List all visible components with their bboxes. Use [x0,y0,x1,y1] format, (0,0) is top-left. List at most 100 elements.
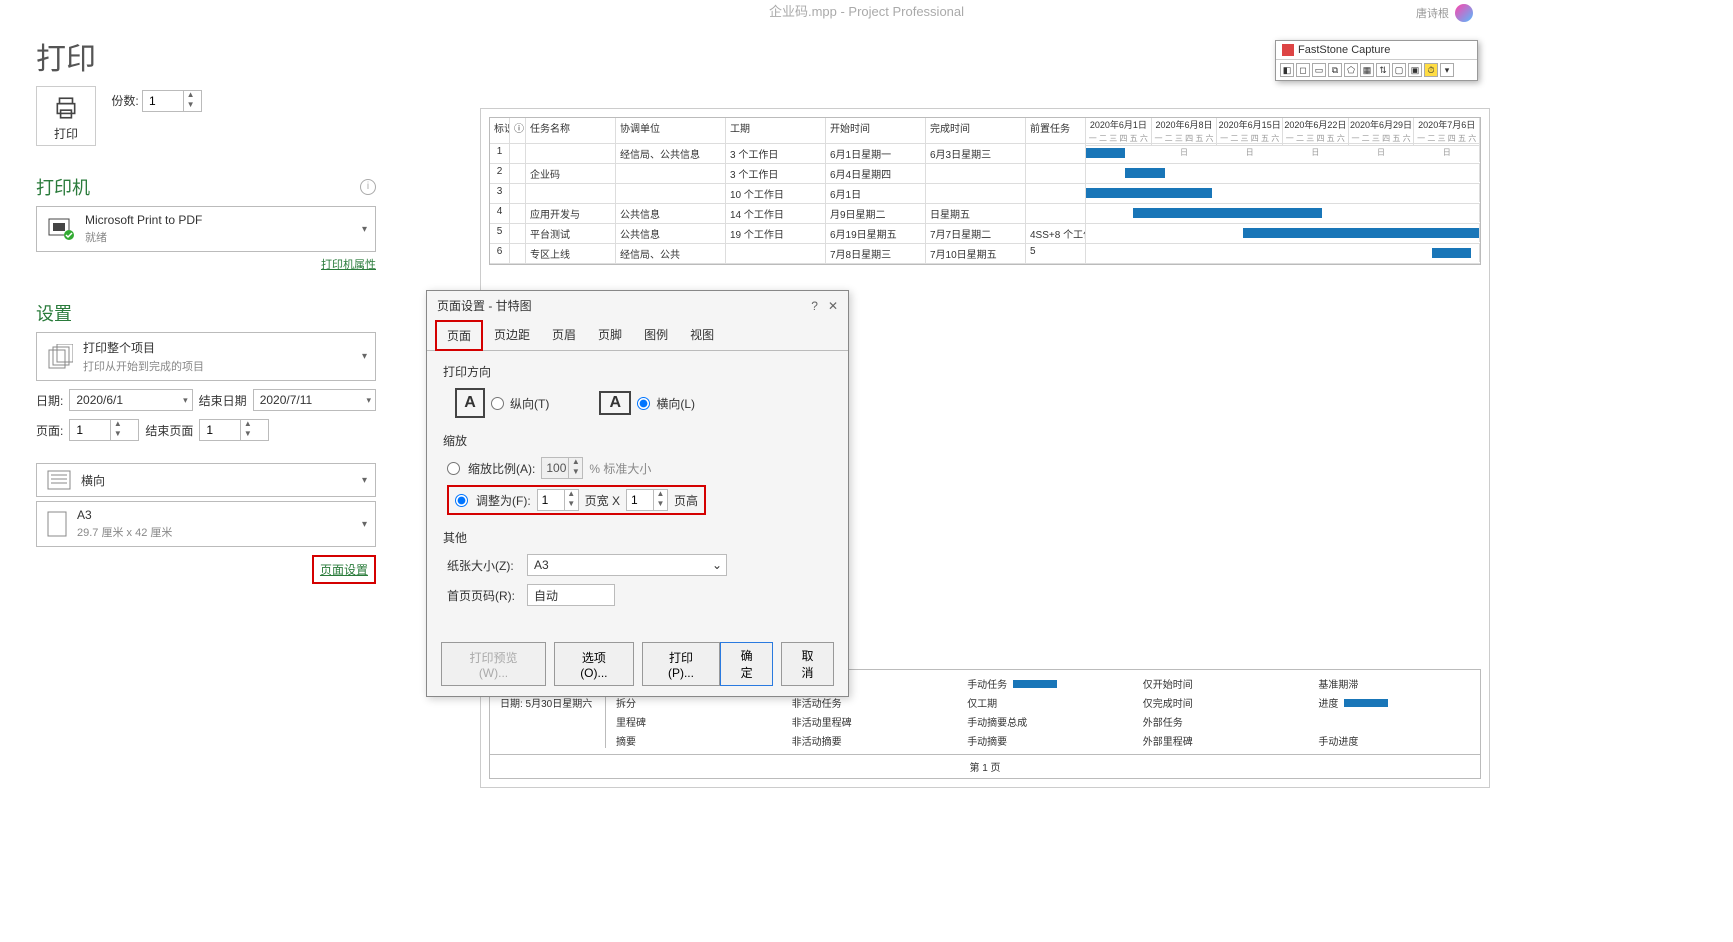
orientation-label: 打印方向 [443,363,832,380]
legend-item: 非活动摘要 [792,733,948,748]
date-start-label: 日期: [36,392,63,409]
printer-ready-icon [47,217,75,241]
chevron-down-icon: ▾ [366,395,371,406]
orientation-dropdown[interactable]: 横向 ▾ [36,463,376,497]
tab-3[interactable]: 页脚 [587,320,633,350]
tab-0[interactable]: 页面 [435,320,483,351]
tab-1[interactable]: 页边距 [483,320,541,350]
legend-item: 手动摘要 [967,733,1123,748]
documents-icon [47,344,73,370]
avatar-icon [1455,4,1473,22]
fit-to-label: 调整为(F): [476,492,531,509]
printer-dropdown[interactable]: Microsoft Print to PDF 就绪 ▾ [36,206,376,252]
other-label: 其他 [443,529,832,546]
landscape-icon: A [599,391,631,415]
spinner-down-icon[interactable]: ▼ [241,430,254,440]
chevron-down-icon: ▾ [362,351,367,362]
tab-5[interactable]: 视图 [679,320,725,350]
settings-icon[interactable]: ▾ [1440,63,1454,77]
legend-item: 仅完成时间 [1143,695,1299,710]
faststone-toolbar: ◧ ◻ ▭ ⧉ ⬠ ▦ ⇅ ▢ ▣ ⏱ ▾ [1276,60,1477,80]
info-column-icon: ⓘ [510,118,526,143]
portrait-radio[interactable] [491,397,504,410]
timer-icon[interactable]: ⏱ [1424,63,1438,77]
page-end-spinner[interactable]: ▲▼ [199,419,269,441]
date-start-input[interactable]: 2020/6/1▾ [69,389,192,411]
portrait-label: 纵向(T) [510,395,549,412]
timeline-week: 2020年6月22日一 二 三 四 五 六 日 [1283,118,1349,145]
capture-full-icon[interactable]: ▦ [1360,63,1374,77]
capture-active-icon[interactable]: ◧ [1280,63,1294,77]
tab-4[interactable]: 图例 [633,320,679,350]
fit-height-input[interactable]: ▲▼ [626,489,668,511]
copies-input[interactable] [143,94,183,108]
cancel-button[interactable]: 取消 [781,642,834,686]
first-page-input[interactable]: 自动 [527,584,615,606]
faststone-icon [1282,44,1294,56]
copies-spinner[interactable]: ▲▼ [142,90,202,112]
options-button[interactable]: 选项(O)... [554,642,634,686]
spinner-down-icon[interactable]: ▼ [111,430,124,440]
legend-item: 手动进度 [1318,733,1474,748]
spinner-down-icon[interactable]: ▼ [184,101,197,111]
fit-to-radio[interactable] [455,494,468,507]
gantt-row: 4 应用开发与 公共信息 14 个工作日 月9日星期二 日星期五 [490,204,1480,224]
capture-scroll-icon[interactable]: ⇅ [1376,63,1390,77]
page-number: 第 1 页 [489,755,1481,779]
capture-fixed-icon[interactable]: ▢ [1392,63,1406,77]
scale-label: 缩放 [443,432,832,449]
timeline-week: 2020年7月6日一 二 三 四 五 六 日 [1414,118,1480,145]
legend-item: 外部任务 [1143,714,1299,729]
scale-ratio-radio[interactable] [447,462,460,475]
gantt-row: 3 10 个工作日 6月1日 [490,184,1480,204]
paper-size-dropdown[interactable]: A3 29.7 厘米 x 42 厘米 ▾ [36,501,376,547]
chevron-down-icon: ▾ [362,224,367,235]
gantt-header-id: 标识号 [490,118,510,143]
legend-item: 拆分 [616,695,772,710]
printer-properties-link[interactable]: 打印机属性 [321,259,376,271]
capture-rect-icon[interactable]: ⧉ [1328,63,1342,77]
scale-ratio-label: 缩放比例(A): [468,460,535,477]
gantt-header-owner: 协调单位 [616,118,726,143]
legend-item: 外部里程碑 [1143,733,1299,748]
gantt-row: 1 经信局、公共信息 3 个工作日 6月1日星期一 6月3日星期三 [490,144,1480,164]
page-end-input[interactable] [200,423,240,437]
scale-ratio-input: ▲▼ [541,457,583,479]
print-range-dropdown[interactable]: 打印整个项目 打印从开始到完成的项目 ▾ [36,332,376,381]
print-preview-button: 打印预览(W)... [441,642,546,686]
print-button[interactable]: 打印 [36,86,96,146]
page-setup-highlight: 页面设置 [312,555,376,584]
page-setup-link[interactable]: 页面设置 [320,563,368,577]
paper-size-select[interactable]: A3⌄ [527,554,727,576]
page-start-input[interactable] [70,423,110,437]
legend-item: 手动摘要总成 [967,714,1123,729]
capture-window-icon[interactable]: ◻ [1296,63,1310,77]
legend-item: 非活动任务 [792,695,948,710]
record-icon[interactable]: ▣ [1408,63,1422,77]
date-end-input[interactable]: 2020/7/11▾ [253,389,376,411]
print-dialog-button[interactable]: 打印(P)... [642,642,720,686]
capture-object-icon[interactable]: ▭ [1312,63,1326,77]
ok-button[interactable]: 确定 [720,642,773,686]
help-icon[interactable]: ? [811,299,818,313]
faststone-window[interactable]: FastStone Capture ◧ ◻ ▭ ⧉ ⬠ ▦ ⇅ ▢ ▣ ⏱ ▾ [1275,40,1478,81]
close-icon[interactable]: ✕ [828,299,838,313]
capture-freehand-icon[interactable]: ⬠ [1344,63,1358,77]
legend-item: 进度 [1318,695,1474,710]
gantt-header-end: 完成时间 [926,118,1026,143]
faststone-title: FastStone Capture [1298,44,1390,56]
paper-size-label: 纸张大小(Z): [447,557,521,574]
page-icon [47,511,67,537]
page-start-spinner[interactable]: ▲▼ [69,419,139,441]
gantt-row: 2 企业码 3 个工作日 6月4日星期四 [490,164,1480,184]
legend-item: 仅开始时间 [1143,676,1299,691]
gantt-row: 6 专区上线 经信局、公共 7月8日星期三 7月10日星期五 5 [490,244,1480,264]
info-icon[interactable]: i [360,179,376,195]
landscape-radio[interactable] [637,397,650,410]
legend-item: 仅工期 [967,695,1123,710]
chevron-down-icon: ▾ [362,475,367,486]
fit-to-highlight: 调整为(F): ▲▼ 页宽 X ▲▼ 页高 [447,485,706,515]
tab-2[interactable]: 页眉 [541,320,587,350]
portrait-icon: A [455,388,485,418]
fit-width-input[interactable]: ▲▼ [537,489,579,511]
